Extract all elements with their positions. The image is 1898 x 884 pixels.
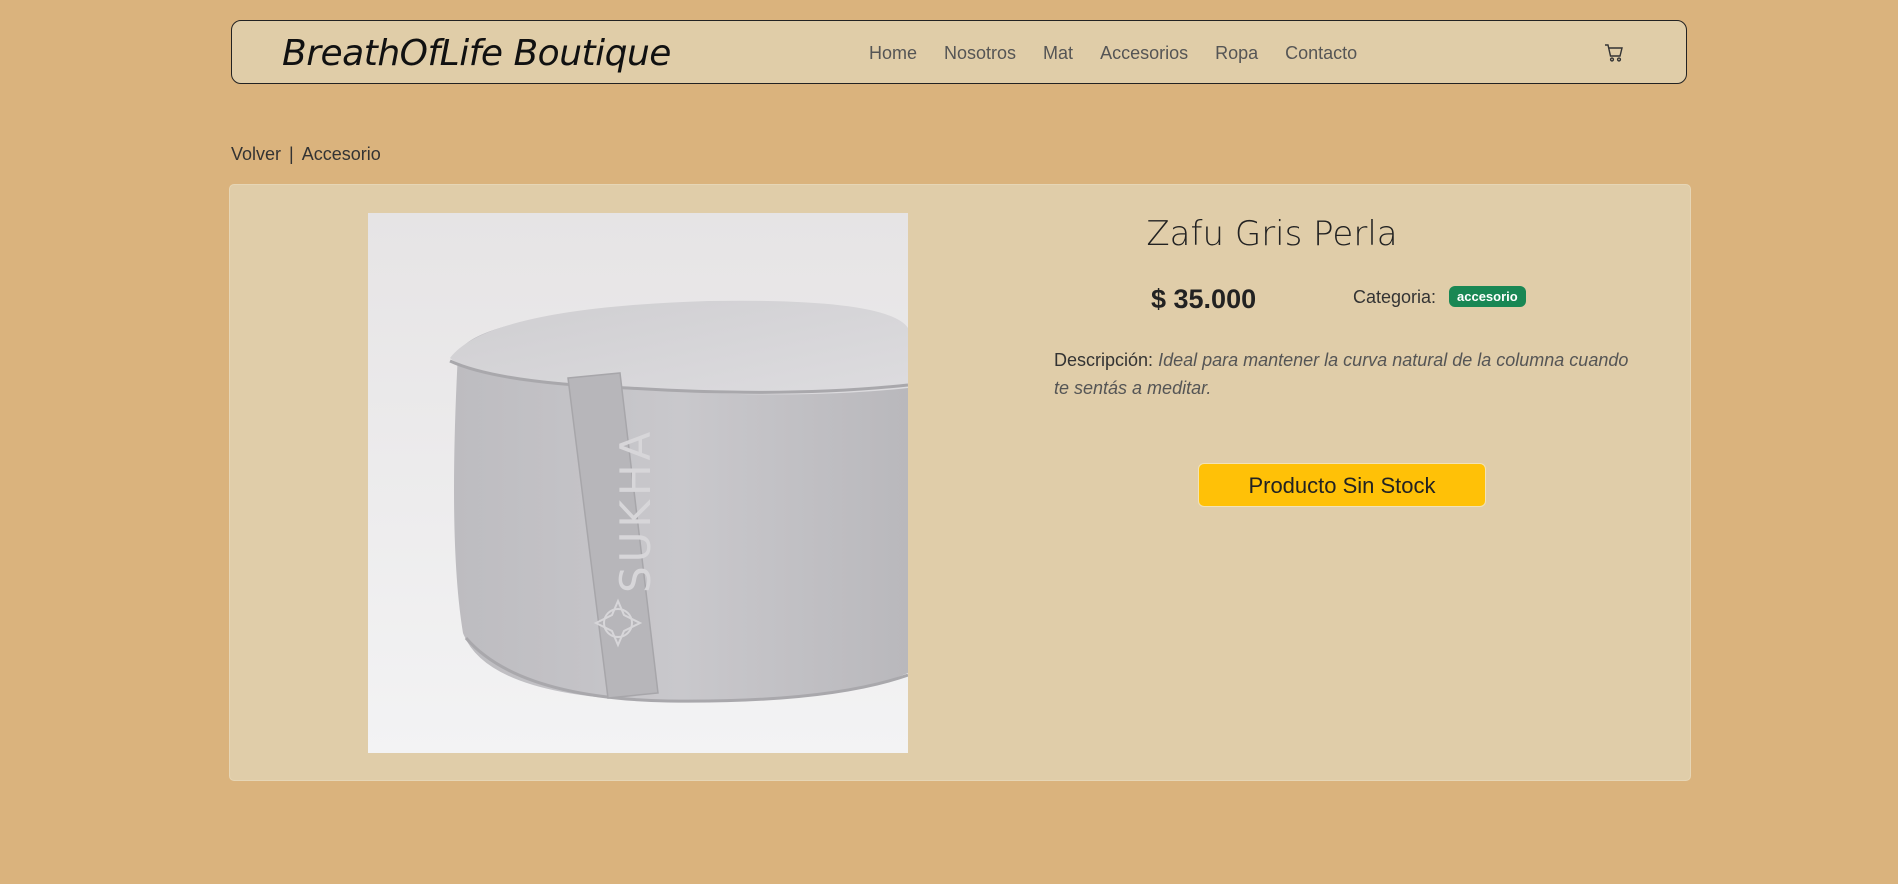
product-card: SUKHA Zafu Gris Perla $ 35.000 Categoria… xyxy=(229,184,1691,781)
nav-contacto[interactable]: Contacto xyxy=(1285,43,1357,64)
cart-icon[interactable] xyxy=(1604,43,1624,63)
product-title: Zafu Gris Perla xyxy=(1146,214,1398,254)
brand-logo[interactable]: BreathOfLife Boutique xyxy=(282,33,671,74)
breadcrumb-current: Accesorio xyxy=(301,144,381,164)
category-label: Categoria: xyxy=(1353,287,1437,307)
category-badge: accesorio xyxy=(1449,286,1526,307)
out-of-stock-button[interactable]: Producto Sin Stock xyxy=(1198,463,1486,507)
navbar: BreathOfLife Boutique Home Nosotros Mat … xyxy=(231,20,1687,84)
nav-links: Home Nosotros Mat Accesorios Ropa Contac… xyxy=(869,43,1357,64)
nav-accesorios[interactable]: Accesorios xyxy=(1100,43,1188,64)
product-description: Descripción: Ideal para mantener la curv… xyxy=(1054,346,1634,402)
breadcrumb: Volver | Accesorio xyxy=(231,144,381,165)
image-brand-text: SUKHA xyxy=(611,428,660,593)
back-link[interactable]: Volver xyxy=(231,144,281,164)
product-price: $ 35.000 xyxy=(1151,284,1257,314)
nav-home[interactable]: Home xyxy=(869,43,917,64)
nav-ropa[interactable]: Ropa xyxy=(1215,43,1258,64)
description-label: Descripción: xyxy=(1054,350,1154,370)
product-image: SUKHA xyxy=(368,213,908,753)
nav-mat[interactable]: Mat xyxy=(1043,43,1073,64)
nav-nosotros[interactable]: Nosotros xyxy=(944,43,1016,64)
breadcrumb-separator: | xyxy=(289,144,294,164)
